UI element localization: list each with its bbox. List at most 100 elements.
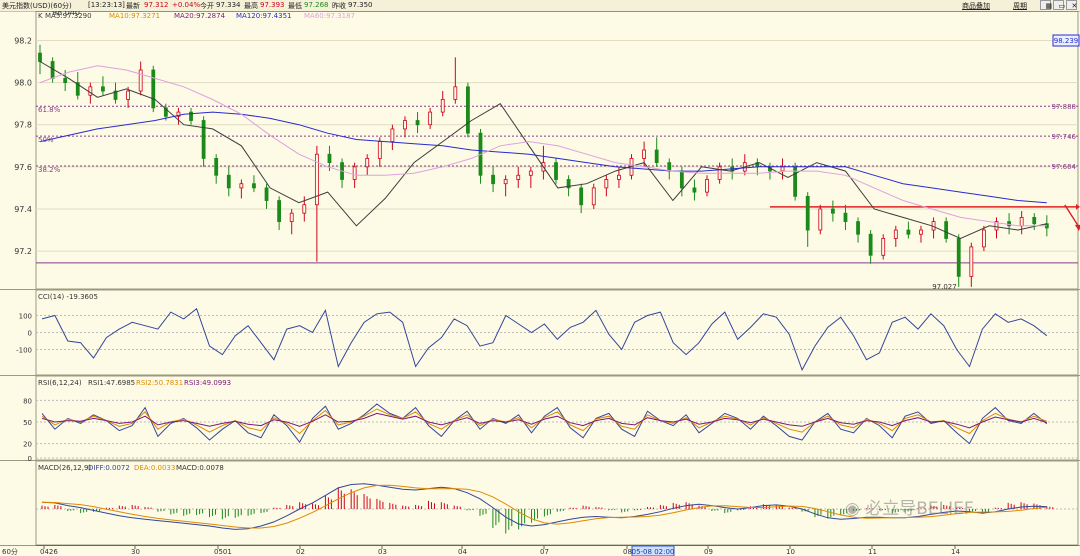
open-label: 今开 xyxy=(200,2,214,10)
candle-body xyxy=(138,69,143,92)
watermark-text: 必立导BELIEF xyxy=(865,499,974,519)
period-link[interactable]: 周期 xyxy=(1013,1,1027,11)
candle-body xyxy=(1019,216,1024,227)
candle-body xyxy=(591,187,596,206)
symbol-title: 美元指数(USD)(60分) xyxy=(2,2,72,10)
candle-body xyxy=(38,52,42,62)
macd-legend-macd: MACD:0.0078 xyxy=(176,464,224,472)
legend-ma60: MA60:97.3187 xyxy=(304,12,355,20)
candle-body xyxy=(906,229,911,235)
time-tick-label: 0501 xyxy=(214,548,232,556)
candle-body xyxy=(201,120,206,159)
candle-body xyxy=(403,120,407,130)
price-tick-label: 97.4 xyxy=(14,205,32,214)
candle-body xyxy=(377,141,382,159)
time-tick-label: 02 xyxy=(296,548,305,556)
time-tick-label: 07 xyxy=(540,548,549,556)
quote-time: [13:23:13] xyxy=(88,1,125,9)
rsi-legend-title: RSI(6,12,24) xyxy=(38,379,82,387)
candle-body xyxy=(705,179,709,193)
rsi-tick-label: 0 xyxy=(28,455,32,463)
high-label: 最高 xyxy=(244,2,258,10)
candle-body xyxy=(365,158,370,168)
current-price-tag-label: 98.239 xyxy=(1054,37,1079,45)
projection-arrow-head xyxy=(1074,224,1080,231)
candle-body xyxy=(491,174,495,185)
rsi-tick-label: 80 xyxy=(23,397,32,405)
overlay-goods-link[interactable]: 商品叠加 xyxy=(962,1,990,11)
candle-body xyxy=(1032,216,1037,225)
price-change: +0.04% xyxy=(172,1,201,9)
open-price: 97.334 xyxy=(216,1,241,9)
price-tick-label: 97.2 xyxy=(14,247,32,256)
candle-body xyxy=(642,149,646,159)
candle-body xyxy=(327,153,332,164)
cci-tick-label: 100 xyxy=(19,313,32,321)
time-tick-label: 03 xyxy=(378,548,387,556)
candle-body xyxy=(503,179,508,185)
grid-view-button[interactable]: ▦ xyxy=(1040,0,1052,10)
candle-body xyxy=(654,149,659,164)
candle-body xyxy=(101,86,105,92)
main-price-panel xyxy=(35,11,1079,290)
candle-body xyxy=(528,170,533,176)
fib-value-label: 97.746 xyxy=(1052,133,1077,141)
time-tick-label: 14 xyxy=(951,548,960,556)
time-cursor-label: 05-08 02:00 xyxy=(632,548,675,556)
time-tick-label: 30 xyxy=(131,548,140,556)
prev-label: 昨收 xyxy=(332,2,346,10)
time-tick-label: 09 xyxy=(704,548,713,556)
watermark: ◉ 必立导BELIEF xyxy=(845,494,974,519)
candle-body xyxy=(856,221,860,235)
candle-body xyxy=(893,229,898,239)
candle-body xyxy=(830,208,835,214)
cci-tick-label: 0 xyxy=(28,330,32,338)
cci-tick-label: -100 xyxy=(16,347,32,355)
candle-body xyxy=(604,179,609,189)
candle-body xyxy=(239,183,244,189)
fib-pct-label: 38.2% xyxy=(38,166,61,174)
candle-body xyxy=(780,166,785,172)
candle-body xyxy=(415,120,420,126)
candle-body xyxy=(88,86,93,96)
macd-legend-dea: DEA:0.0033 xyxy=(134,464,175,472)
time-tick-label: 10 xyxy=(786,548,795,556)
legend-ma5: MA5:97.3290 xyxy=(45,12,92,20)
candle-body xyxy=(944,221,949,239)
period-axis-label: 60分 xyxy=(2,547,18,556)
fib-value-label: 97.888 xyxy=(1052,103,1077,111)
candle-body xyxy=(466,86,470,134)
legend-ma10: MA10:97.3271 xyxy=(109,12,160,20)
rsi-panel xyxy=(35,375,1079,461)
legend-ma120: MA120:97.4351 xyxy=(236,12,292,20)
rsi-legend-rsi2: RSI2:50.7831 xyxy=(136,379,183,387)
latest-label: 最新 xyxy=(126,2,140,10)
window-restore-button[interactable]: ▭ xyxy=(1053,0,1066,10)
candle-body xyxy=(919,229,923,235)
candle-body xyxy=(843,212,848,223)
rsi-legend-rsi3: RSI3:49.0993 xyxy=(184,379,231,387)
chart-canvas[interactable]: 98.2 98.0 97.8 97.6 97.4 97.2 61.8% 97.888 50% 97… xyxy=(0,11,1080,556)
latest-price: 97.312 xyxy=(144,1,169,9)
window-close-button[interactable]: ✕ xyxy=(1066,0,1077,10)
chart-window: 美元指数(USD)(60分) [13:23:13] 最新 97.312 +0.0… xyxy=(0,0,1080,556)
candle-body xyxy=(302,204,307,214)
macd-legend-title: MACD(26,12,9) xyxy=(38,464,91,472)
cci-line xyxy=(41,307,1048,372)
candle-body xyxy=(151,69,156,109)
legend-k: K xyxy=(38,12,43,20)
low-label: 最低 xyxy=(288,2,302,10)
low-price: 97.268 xyxy=(304,1,329,9)
candle-body xyxy=(679,170,684,189)
price-tick-label: 97.6 xyxy=(14,163,32,172)
candle-body xyxy=(982,229,986,248)
fib-value-label: 97.604 xyxy=(1052,163,1077,171)
candle-body xyxy=(277,200,282,223)
restore-icon: ▭ xyxy=(1058,2,1066,10)
candle-body xyxy=(868,233,873,256)
candle-body xyxy=(516,174,521,180)
candle-body xyxy=(440,99,445,113)
candle-body xyxy=(818,208,823,231)
rsi-tick-label: 50 xyxy=(23,419,32,427)
candle-body xyxy=(956,238,961,277)
